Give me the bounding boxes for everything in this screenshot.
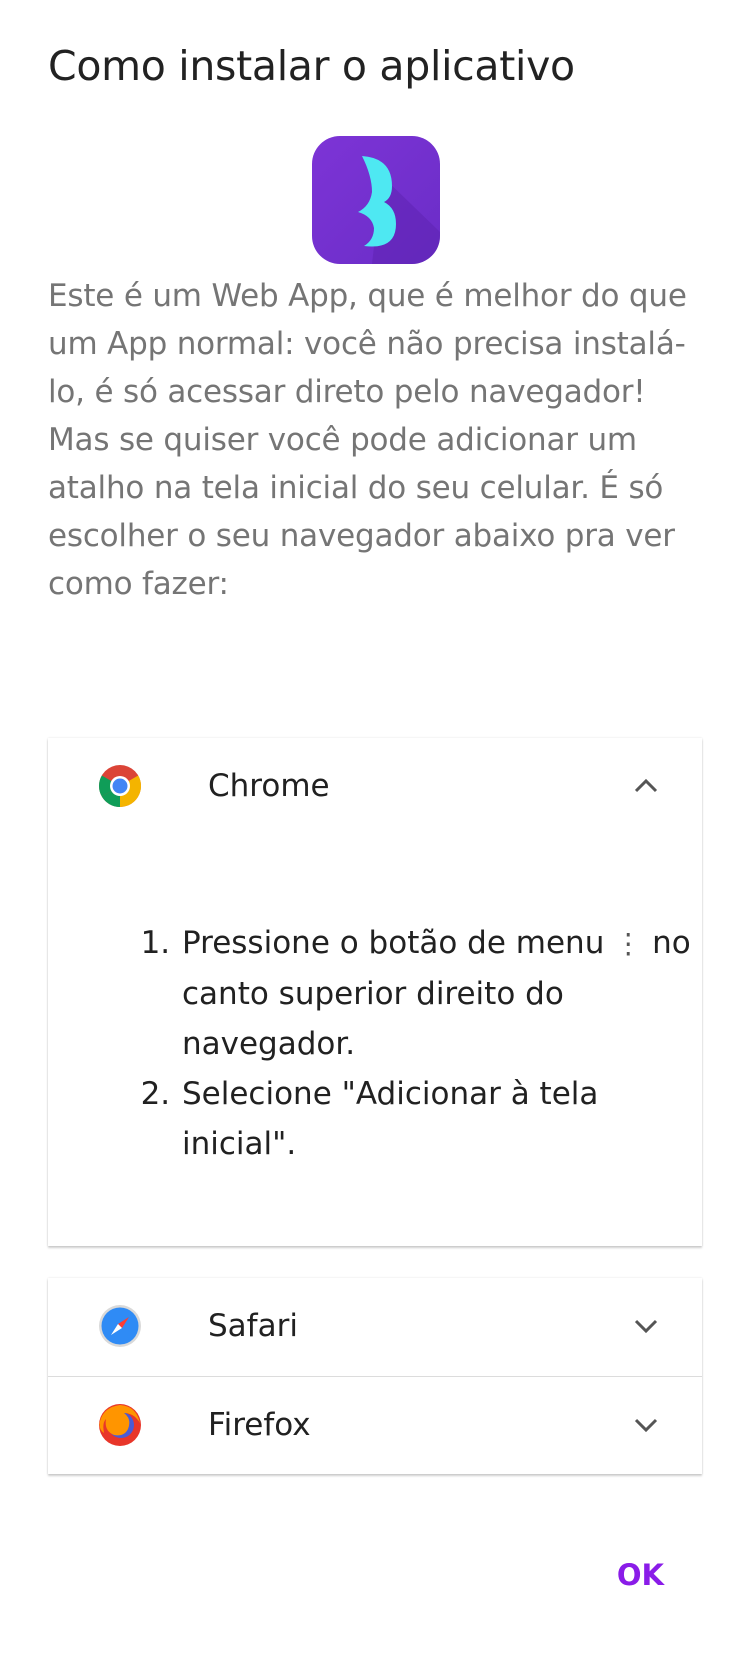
safari-icon bbox=[99, 1305, 141, 1347]
chrome-step-1: Pressione o botão de menu ⋮ no canto sup… bbox=[180, 918, 700, 1069]
firefox-header[interactable]: Firefox bbox=[48, 1377, 702, 1473]
chrome-label: Chrome bbox=[208, 768, 330, 804]
intro-paragraph-1: Este é um Web App, que é melhor do que u… bbox=[48, 278, 687, 410]
chrome-step-2: Selecione "Adicionar à tela inicial". bbox=[180, 1069, 700, 1169]
app-logo bbox=[312, 136, 440, 264]
chrome-header[interactable]: Chrome bbox=[48, 738, 702, 834]
ok-button[interactable]: OK bbox=[611, 1550, 670, 1600]
firefox-label: Firefox bbox=[208, 1407, 311, 1443]
chrome-panel: Chrome Pressione o botão de menu ⋮ no ca… bbox=[48, 738, 702, 1246]
more-vert-icon: ⋮ bbox=[614, 927, 643, 960]
chrome-steps: Pressione o botão de menu ⋮ no canto sup… bbox=[128, 918, 700, 1169]
step-text: Pressione o botão de menu bbox=[182, 925, 605, 961]
intro-paragraph-2: Mas se quiser você pode adicionar um ata… bbox=[48, 422, 675, 602]
safari-header[interactable]: Safari bbox=[48, 1278, 702, 1374]
safari-label: Safari bbox=[208, 1308, 298, 1344]
chevron-up-icon bbox=[634, 778, 658, 793]
firefox-icon bbox=[99, 1404, 141, 1446]
chevron-down-icon bbox=[634, 1319, 658, 1334]
intro-text: Este é um Web App, que é melhor do que u… bbox=[48, 272, 708, 608]
browser-list-panel: Safari Firefox bbox=[48, 1278, 702, 1474]
chrome-icon bbox=[98, 765, 142, 807]
dialog-title: Como instalar o aplicativo bbox=[48, 42, 575, 90]
chevron-down-icon bbox=[634, 1418, 658, 1433]
